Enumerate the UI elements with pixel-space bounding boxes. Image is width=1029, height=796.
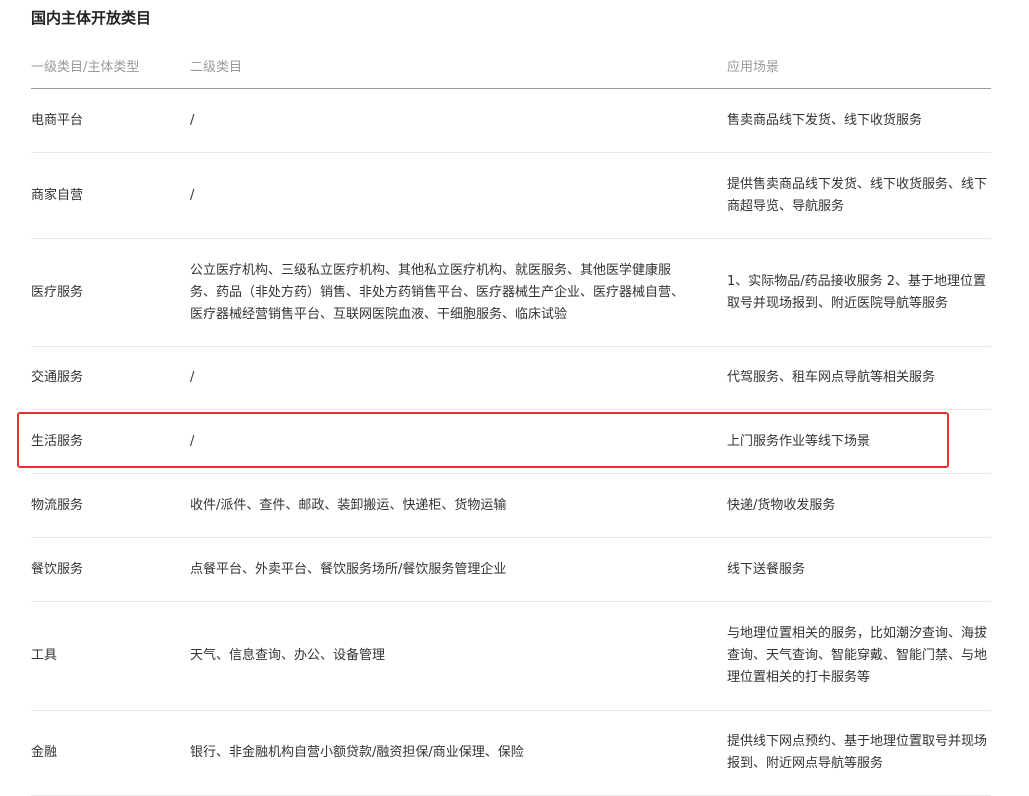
header-category: 一级类目/主体类型: [31, 60, 140, 75]
table-row: 物流服务 收件/派件、查件、邮政、装卸搬运、快递柜、货物运输 快递/货物收发服务: [31, 474, 991, 538]
table-row: 工具 天气、信息查询、办公、设备管理 与地理位置相关的服务，比如潮汐查询、海拔查…: [31, 602, 991, 711]
page-title: 国内主体开放类目: [31, 9, 152, 27]
row-category: 电商平台: [31, 112, 84, 128]
row-scenario: 提供售卖商品线下发货、线下收货服务、线下商超导览、导航服务: [727, 176, 988, 214]
row-category: 工具: [31, 648, 58, 663]
row-category: 交通服务: [31, 370, 84, 385]
table-row-highlighted: 生活服务 / 上门服务作业等线下场景: [31, 410, 991, 474]
row-subcategory: /: [190, 433, 195, 449]
row-scenario: 提供线下网点预约、基于地理位置取号并现场报到、附近网点导航等服务: [727, 734, 988, 771]
row-subcategory: /: [190, 187, 195, 203]
table-row: 金融 银行、非金融机构自营小额贷款/融资担保/商业保理、保险 提供线下网点预约、…: [31, 711, 991, 796]
row-scenario: 售卖商品线下发货、线下收货服务: [727, 112, 923, 128]
table-row: 餐饮服务 点餐平台、外卖平台、餐饮服务场所/餐饮服务管理企业 线下送餐服务: [31, 538, 991, 602]
table-row: 商家自营 / 提供售卖商品线下发货、线下收货服务、线下商超导览、导航服务: [31, 153, 991, 239]
row-category: 医疗服务: [31, 284, 84, 300]
row-scenario: 上门服务作业等线下场景: [727, 433, 871, 449]
table-row: 交通服务 / 代驾服务、租车网点导航等相关服务: [31, 347, 991, 410]
row-scenario: 快递/货物收发服务: [727, 497, 836, 513]
row-category: 物流服务: [31, 497, 84, 513]
table-row: 医疗服务 公立医疗机构、三级私立医疗机构、其他私立医疗机构、就医服务、其他医学健…: [31, 239, 991, 347]
table-row: 电商平台 / 售卖商品线下发货、线下收货服务: [31, 89, 991, 153]
row-subcategory: 公立医疗机构、三级私立医疗机构、其他私立医疗机构、就医服务、其他医学健康服务、药…: [190, 262, 685, 322]
category-table: 一级类目/主体类型 二级类目 应用场景 电商平台 / 售卖商品线下发货、线下收货…: [31, 48, 991, 796]
row-category: 商家自营: [31, 187, 84, 203]
row-subcategory: 收件/派件、查件、邮政、装卸搬运、快递柜、货物运输: [190, 497, 507, 513]
row-category: 生活服务: [31, 433, 84, 449]
row-scenario: 1、实际物品/药品接收服务 2、基于地理位置取号并现场报到、附近医院导航等服务: [727, 273, 987, 311]
row-scenario: 与地理位置相关的服务，比如潮汐查询、海拔查询、天气查询、智能穿戴、智能门禁、与地…: [727, 626, 988, 685]
row-scenario: 线下送餐服务: [727, 561, 806, 577]
row-subcategory: /: [190, 370, 195, 385]
row-category: 餐饮服务: [31, 561, 84, 577]
header-subcategory: 二级类目: [190, 60, 243, 75]
row-scenario: 代驾服务、租车网点导航等相关服务: [727, 370, 936, 385]
row-category: 金融: [31, 745, 58, 760]
table-header: 一级类目/主体类型 二级类目 应用场景: [31, 48, 991, 89]
row-subcategory: 天气、信息查询、办公、设备管理: [190, 648, 386, 663]
row-subcategory: /: [190, 112, 195, 128]
row-subcategory: 银行、非金融机构自营小额贷款/融资担保/商业保理、保险: [190, 745, 524, 760]
row-subcategory: 点餐平台、外卖平台、餐饮服务场所/餐饮服务管理企业: [190, 561, 507, 577]
header-scenario: 应用场景: [727, 60, 780, 75]
